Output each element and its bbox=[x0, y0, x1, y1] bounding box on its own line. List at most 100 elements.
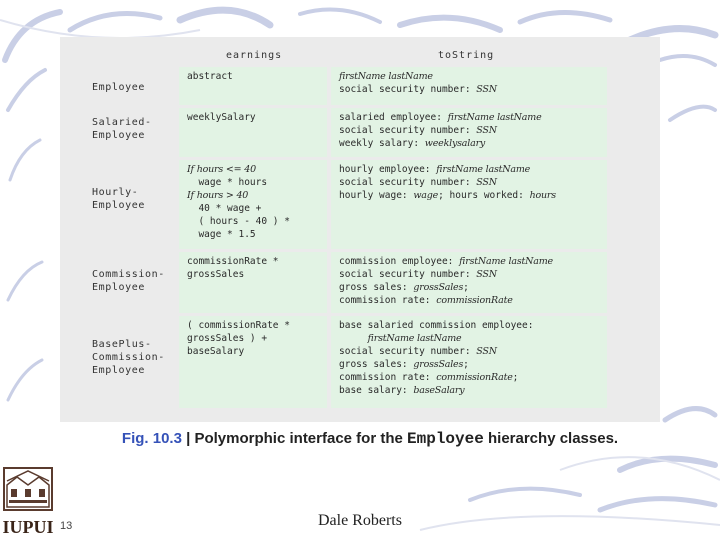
earnings-cell: weeklySalary bbox=[179, 108, 327, 157]
row-label-line: BasePlus- bbox=[92, 339, 152, 350]
cell-line: hourly wage: wage; hours worked: hours bbox=[339, 189, 601, 202]
cell-line: commission rate: commissionRate; bbox=[339, 371, 601, 384]
cell-line: gross sales: grossSales; bbox=[339, 358, 601, 371]
cell-line: social security number: SSN bbox=[339, 176, 601, 189]
tostring-cell: salaried employee: firstName lastName soc… bbox=[331, 108, 607, 157]
cell-text bbox=[339, 333, 368, 344]
cell-line: social security number: SSN bbox=[339, 83, 601, 96]
cell-line: base salaried commission employee: bbox=[339, 319, 601, 332]
cell-placeholder-text: firstName lastName bbox=[339, 71, 433, 82]
earnings-cell: ( commissionRate * grossSales ) + baseSala… bbox=[179, 316, 327, 408]
caption-text-after: hierarchy classes. bbox=[483, 430, 619, 447]
caption-text-before: | Polymorphic interface for the bbox=[181, 430, 408, 447]
cell-text: weekly salary: bbox=[339, 138, 425, 149]
cell-line: firstName lastName bbox=[339, 70, 601, 83]
cell-text: hourly employee: bbox=[339, 164, 437, 175]
cell-text: gross sales: bbox=[339, 359, 414, 370]
row-label-line: Employee bbox=[92, 200, 145, 211]
cell-line: grossSales bbox=[187, 268, 321, 281]
cell-text: wage * 1.5 bbox=[187, 229, 256, 240]
cell-placeholder-text: commissionRate bbox=[436, 372, 513, 383]
cell-line: wage * 1.5 bbox=[187, 228, 321, 241]
cell-text: social security number: bbox=[339, 177, 477, 188]
cell-text: hourly wage: bbox=[339, 190, 414, 201]
cell-placeholder-text: firstName lastName bbox=[459, 256, 553, 267]
row-label-line: Employee bbox=[92, 365, 145, 376]
column-header-tostring: toString bbox=[438, 50, 495, 61]
earnings-cell: abstract bbox=[179, 67, 327, 105]
row-label-line: Employee bbox=[92, 282, 145, 293]
cell-line: gross sales: grossSales; bbox=[339, 281, 601, 294]
cell-line: social security number: SSN bbox=[339, 124, 601, 137]
cell-placeholder-text: SSN bbox=[476, 269, 497, 280]
cell-line: firstName lastName bbox=[339, 332, 601, 345]
cell-line: salaried employee: firstName lastName bbox=[339, 111, 601, 124]
cell-text: ( hours - 40 ) * bbox=[187, 216, 290, 227]
cell-text: salaried employee: bbox=[339, 112, 448, 123]
cell-text: commissionRate * bbox=[187, 256, 279, 267]
cell-text: ; bbox=[512, 372, 519, 383]
row-label-line: Salaried- bbox=[92, 117, 152, 128]
row-label-line: Commission- bbox=[92, 269, 165, 280]
row-label-line: Hourly- bbox=[92, 187, 139, 198]
cell-placeholder-text: baseSalary bbox=[413, 385, 465, 396]
cell-text: ( commissionRate * bbox=[187, 320, 290, 331]
cell-text: baseSalary bbox=[187, 346, 245, 357]
cell-line: commission employee: firstName lastName bbox=[339, 255, 601, 268]
row-label-line: Commission- bbox=[92, 352, 165, 363]
cell-line: weekly salary: weeklysalary bbox=[339, 137, 601, 150]
cell-line: commission rate: commissionRate bbox=[339, 294, 601, 307]
cell-line: ( commissionRate * bbox=[187, 319, 321, 332]
row-label: Employee bbox=[92, 81, 145, 94]
cell-placeholder-text: SSN bbox=[476, 346, 497, 357]
cell-line: weeklySalary bbox=[187, 111, 321, 124]
cell-text: ; hours worked: bbox=[438, 190, 530, 201]
cell-placeholder-text: grossSales bbox=[413, 359, 464, 370]
cell-line: 40 * wage + bbox=[187, 202, 321, 215]
cell-line: hourly employee: firstName lastName bbox=[339, 163, 601, 176]
row-label-line: Employee bbox=[92, 82, 145, 93]
cell-line: wage * hours bbox=[187, 176, 321, 189]
cell-text: grossSales bbox=[187, 269, 245, 280]
cell-text: base salaried commission employee: bbox=[339, 320, 534, 331]
tostring-cell: firstName lastName social security number… bbox=[331, 67, 607, 105]
cell-placeholder-text: SSN bbox=[476, 125, 497, 136]
tostring-cell: hourly employee: firstName lastName socia… bbox=[331, 160, 607, 249]
cell-placeholder-text: SSN bbox=[476, 84, 497, 95]
figure-caption: Fig. 10.3 | Polymorphic interface for th… bbox=[100, 428, 640, 450]
cell-line: If hours > 40 bbox=[187, 189, 321, 202]
cell-line: social security number: SSN bbox=[339, 268, 601, 281]
cell-text: commission rate: bbox=[339, 372, 437, 383]
column-header-earnings: earnings bbox=[226, 50, 283, 61]
cell-line: baseSalary bbox=[187, 345, 321, 358]
cell-placeholder-text: grossSales bbox=[413, 282, 464, 293]
cell-line: ( hours - 40 ) * bbox=[187, 215, 321, 228]
cell-line: base salary: baseSalary bbox=[339, 384, 601, 397]
row-label: Salaried- Employee bbox=[92, 116, 152, 142]
cell-placeholder-text: hours bbox=[529, 190, 557, 201]
cell-text: social security number: bbox=[339, 125, 477, 136]
cell-text: ; bbox=[463, 282, 469, 293]
cell-text: gross sales: bbox=[339, 282, 414, 293]
cell-placeholder-text: firstName lastName bbox=[367, 333, 462, 344]
row-label: BasePlus- Commission- Employee bbox=[92, 338, 165, 377]
tostring-cell: commission employee: firstName lastName s… bbox=[331, 252, 607, 313]
row-label: Hourly- Employee bbox=[92, 186, 145, 212]
cell-line: social security number: SSN bbox=[339, 345, 601, 358]
iupui-logo: IUPUI bbox=[3, 467, 53, 537]
cell-line: If hours <= 40 bbox=[187, 163, 321, 176]
tostring-cell: base salaried commission employee: first… bbox=[331, 316, 607, 408]
cell-line: abstract bbox=[187, 70, 321, 83]
cell-placeholder-text: commissionRate bbox=[436, 295, 513, 306]
cell-text: commission rate: bbox=[339, 295, 437, 306]
slide-number: 13 bbox=[60, 520, 73, 532]
footer-author: Dale Roberts bbox=[318, 512, 402, 529]
row-label: Commission- Employee bbox=[92, 268, 165, 294]
cell-text: 40 * wage + bbox=[187, 203, 262, 214]
cell-line: commissionRate * bbox=[187, 255, 321, 268]
cell-placeholder-text: If hours <= 40 bbox=[187, 164, 256, 175]
caption-code-term: Employee bbox=[407, 430, 484, 448]
earnings-cell: If hours <= 40 wage * hours If hours > 40… bbox=[179, 160, 327, 249]
cell-placeholder-text: If hours > 40 bbox=[187, 190, 249, 201]
cell-text: social security number: bbox=[339, 84, 477, 95]
